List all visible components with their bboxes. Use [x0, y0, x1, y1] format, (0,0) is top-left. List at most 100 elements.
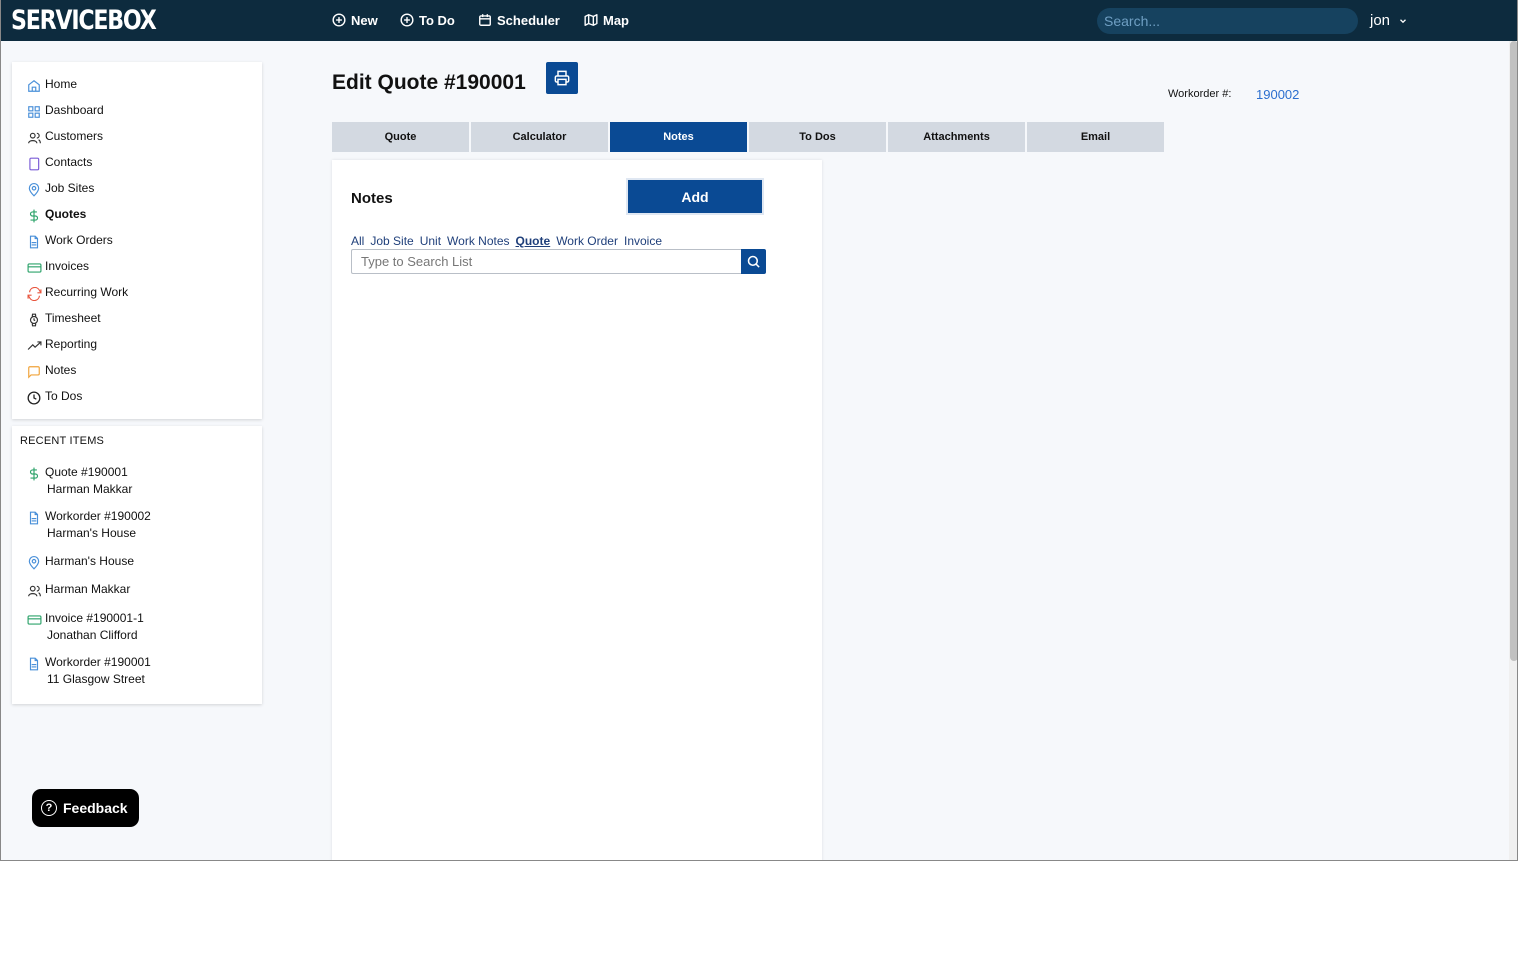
recent-item-title: Harman Makkar	[45, 582, 131, 596]
trending-up-icon	[26, 338, 42, 354]
plus-circle-icon	[400, 13, 414, 27]
workorder-label: Workorder #:	[1168, 88, 1232, 100]
user-menu[interactable]: jon	[1370, 12, 1408, 29]
tab-email[interactable]: Email	[1027, 122, 1164, 152]
tab-attachments[interactable]: Attachments	[888, 122, 1025, 152]
users-icon	[26, 583, 42, 599]
sidebar-item-home[interactable]: Home	[26, 74, 77, 94]
filter-unit[interactable]: Unit	[420, 234, 441, 248]
map-pin-icon	[26, 555, 42, 571]
recent-item[interactable]: Harman's House	[26, 552, 134, 570]
message-icon	[26, 364, 42, 380]
help-icon: ?	[41, 800, 57, 816]
sidebar-item-label: Customers	[45, 129, 104, 143]
print-button[interactable]	[546, 62, 578, 94]
username: jon	[1370, 12, 1391, 29]
recent-item[interactable]: Invoice #190001-1 Jonathan Clifford	[26, 609, 144, 642]
filter-quote[interactable]: Quote	[516, 234, 551, 248]
tab-to-dos[interactable]: To Dos	[749, 122, 886, 152]
sidebar-item-label: Home	[45, 77, 78, 91]
sidebar-item-reporting[interactable]: Reporting	[26, 334, 97, 354]
filter-work-notes[interactable]: Work Notes	[447, 234, 509, 248]
sidebar-item-label: Dashboard	[45, 103, 104, 117]
sidebar-item-label: Timesheet	[45, 311, 101, 325]
credit-card-icon	[26, 260, 42, 276]
sidebar-item-recurring-work[interactable]: Recurring Work	[26, 282, 128, 302]
file-icon	[26, 234, 42, 250]
sidebar-item-label: To Dos	[45, 389, 83, 403]
sidebar-item-label: Notes	[45, 363, 77, 377]
sidebar-item-label: Invoices	[45, 259, 90, 273]
map-icon	[584, 14, 598, 26]
add-note-button[interactable]: Add	[626, 178, 764, 215]
clock-icon	[26, 390, 42, 406]
notes-search-button[interactable]	[741, 249, 766, 274]
scrollbar-thumb[interactable]	[1510, 41, 1517, 661]
tab-bar: Quote Calculator Notes To Dos Attachment…	[332, 122, 1164, 152]
filter-job-site[interactable]: Job Site	[370, 234, 413, 248]
recent-item-title: Harman's House	[45, 554, 134, 568]
sidebar-item-dashboard[interactable]: Dashboard	[26, 100, 104, 120]
notes-panel: Notes Add All Job Site Unit Work Notes Q…	[332, 160, 822, 860]
app-window: SERVICEBOX New To Do Scheduler Map jon H…	[0, 0, 1518, 861]
tab-notes[interactable]: Notes	[610, 122, 747, 152]
credit-card-icon	[26, 612, 42, 628]
new-button[interactable]: New	[332, 11, 378, 29]
sidebar-item-timesheet[interactable]: Timesheet	[26, 308, 101, 328]
home-icon	[26, 78, 42, 94]
sidebar-item-label: Work Orders	[45, 233, 113, 247]
recent-item-title: Workorder #190001	[45, 655, 151, 669]
recent-item-subtitle: 11 Glasgow Street	[47, 672, 145, 686]
sidebar-item-contacts[interactable]: Contacts	[26, 152, 92, 172]
recent-item-title: Quote #190001	[45, 465, 128, 479]
tab-quote[interactable]: Quote	[332, 122, 469, 152]
scheduler-label: Scheduler	[497, 12, 560, 28]
file-icon	[26, 510, 42, 526]
sidebar-item-to-dos[interactable]: To Dos	[26, 386, 82, 406]
sidebar-item-label: Recurring Work	[45, 285, 129, 299]
workorder-link[interactable]: 190002	[1256, 87, 1299, 102]
app-logo[interactable]: SERVICEBOX	[11, 5, 157, 36]
recent-item-subtitle: Harman Makkar	[47, 482, 133, 496]
filter-invoice[interactable]: Invoice	[624, 234, 662, 248]
filter-work-order[interactable]: Work Order	[556, 234, 618, 248]
map-pin-icon	[26, 182, 42, 198]
sidebar-item-label: Contacts	[45, 155, 93, 169]
calendar-icon	[479, 14, 491, 26]
scheduler-button[interactable]: Scheduler	[478, 11, 560, 29]
page-title: Edit Quote #190001	[332, 71, 526, 94]
notes-title: Notes	[351, 190, 393, 207]
recent-item-title: Workorder #190002	[45, 509, 151, 523]
chevron-down-icon	[1400, 18, 1406, 23]
tab-calculator[interactable]: Calculator	[471, 122, 608, 152]
recent-item-subtitle: Harman's House	[47, 526, 136, 540]
notes-search-input[interactable]	[351, 249, 742, 274]
sidebar-item-label: Job Sites	[45, 181, 95, 195]
recent-item[interactable]: Workorder #190001 11 Glasgow Street	[26, 653, 151, 686]
recent-item-title: Invoice #190001-1	[45, 611, 144, 625]
plus-circle-icon	[332, 13, 346, 27]
recent-item[interactable]: Quote #190001 Harman Makkar	[26, 463, 132, 496]
sidebar-item-invoices[interactable]: Invoices	[26, 256, 89, 276]
recent-items-panel: RECENT ITEMS Quote #190001 Harman Makkar…	[12, 426, 262, 704]
watch-icon	[26, 312, 42, 328]
map-button[interactable]: Map	[584, 11, 629, 29]
global-search-input[interactable]	[1097, 8, 1358, 34]
refresh-icon	[26, 286, 42, 302]
todo-label: To Do	[419, 12, 455, 28]
file-icon	[26, 656, 42, 672]
sidebar-item-quotes[interactable]: Quotes	[26, 204, 86, 224]
recent-item[interactable]: Harman Makkar	[26, 580, 130, 598]
sidebar-item-customers[interactable]: Customers	[26, 126, 103, 146]
new-label: New	[351, 12, 378, 28]
sidebar-item-work-orders[interactable]: Work Orders	[26, 230, 113, 250]
feedback-button[interactable]: ? Feedback	[32, 789, 139, 827]
sidebar-item-label: Quotes	[45, 207, 87, 221]
sidebar-item-notes[interactable]: Notes	[26, 360, 76, 380]
filter-all[interactable]: All	[351, 234, 364, 248]
sidebar-item-job-sites[interactable]: Job Sites	[26, 178, 94, 198]
top-navbar: SERVICEBOX New To Do Scheduler Map jon	[1, 0, 1517, 41]
sidebar-item-label: Reporting	[45, 337, 98, 351]
recent-item[interactable]: Workorder #190002 Harman's House	[26, 507, 151, 540]
todo-button[interactable]: To Do	[400, 11, 455, 29]
